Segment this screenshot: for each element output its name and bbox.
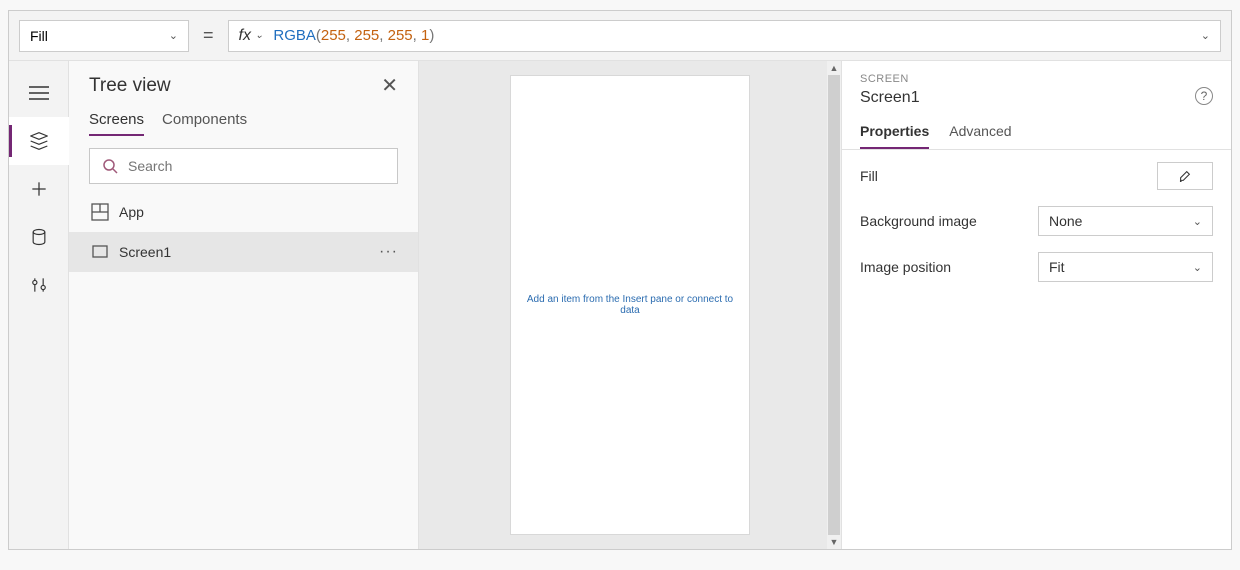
- select-value: Fit: [1049, 259, 1065, 275]
- tree-view-tabs: Screens Components: [69, 103, 418, 136]
- chevron-down-icon: ⌄: [1193, 261, 1202, 274]
- tree-view-title: Tree view: [89, 75, 171, 97]
- screen-icon: [91, 243, 109, 261]
- canvas-screen[interactable]: Add an item from the Insert pane or conn…: [510, 75, 750, 535]
- tree-view-panel: Tree view ✕ Screens Components App: [69, 61, 419, 549]
- app-root: Fill ⌄ = fx ⌄ RGBA(255, 255, 255, 1) ⌄: [8, 10, 1232, 550]
- tab-components[interactable]: Components: [162, 111, 247, 136]
- search-box[interactable]: [89, 148, 398, 184]
- property-dropdown-label: Fill: [30, 28, 48, 44]
- formula-arg-1: 255: [354, 27, 379, 44]
- scroll-up-icon[interactable]: ▲: [827, 61, 841, 75]
- image-position-select[interactable]: Fit ⌄: [1038, 252, 1213, 282]
- chevron-down-icon: ⌄: [1193, 215, 1202, 228]
- tree-list: App Screen1 ···: [69, 192, 418, 549]
- insert-rail-icon[interactable]: [9, 165, 69, 213]
- prop-row-background-image: Background image None ⌄: [860, 206, 1213, 236]
- formula-arg-0: 255: [321, 27, 346, 44]
- properties-type-label: SCREEN: [860, 73, 1213, 85]
- property-dropdown[interactable]: Fill ⌄: [19, 20, 189, 52]
- search-input[interactable]: [128, 158, 385, 174]
- tree-item-label: App: [119, 204, 144, 220]
- properties-name: Screen1: [860, 89, 920, 107]
- color-picker-icon: [1178, 169, 1192, 183]
- left-rail: [9, 61, 69, 549]
- settings-rail-icon[interactable]: [9, 261, 69, 309]
- prop-label-image-position: Image position: [860, 259, 1038, 275]
- vertical-scrollbar[interactable]: ▲ ▼: [827, 61, 841, 549]
- tab-advanced[interactable]: Advanced: [949, 123, 1011, 149]
- app-icon: [91, 203, 109, 221]
- close-icon[interactable]: ✕: [381, 76, 398, 96]
- hamburger-icon[interactable]: [9, 69, 69, 117]
- fx-button[interactable]: fx ⌄: [239, 27, 264, 45]
- formula-function-name: RGBA: [273, 27, 316, 44]
- tree-view-rail-icon[interactable]: [9, 117, 69, 165]
- scroll-down-icon[interactable]: ▼: [827, 535, 841, 549]
- more-icon[interactable]: ···: [379, 243, 398, 261]
- tab-screens[interactable]: Screens: [89, 111, 144, 136]
- canvas-hint: Add an item from the Insert pane or conn…: [511, 294, 749, 316]
- prop-label-background-image: Background image: [860, 213, 1038, 229]
- prop-row-fill: Fill: [860, 162, 1213, 190]
- tree-view-header: Tree view ✕: [69, 61, 418, 103]
- tree-item-screen1[interactable]: Screen1 ···: [69, 232, 418, 272]
- prop-label-fill: Fill: [860, 168, 1157, 184]
- properties-body: Fill Background image None ⌄ Image posit…: [842, 150, 1231, 294]
- data-rail-icon[interactable]: [9, 213, 69, 261]
- properties-tabs: Properties Advanced: [842, 113, 1231, 150]
- tree-search-container: [89, 148, 398, 184]
- scrollbar-thumb[interactable]: [828, 75, 840, 535]
- chevron-down-icon: ⌄: [169, 29, 178, 42]
- help-icon[interactable]: ?: [1195, 87, 1213, 105]
- formula-expand-icon[interactable]: ⌄: [1201, 29, 1210, 42]
- select-value: None: [1049, 213, 1082, 229]
- prop-row-image-position: Image position Fit ⌄: [860, 252, 1213, 282]
- fx-label: fx: [239, 27, 251, 45]
- properties-panel: SCREEN Screen1 ? Properties Advanced Fil…: [841, 61, 1231, 549]
- background-image-select[interactable]: None ⌄: [1038, 206, 1213, 236]
- chevron-down-icon: ⌄: [255, 30, 263, 41]
- search-icon: [102, 158, 118, 174]
- canvas-area: Add an item from the Insert pane or conn…: [419, 61, 841, 549]
- equals-sign: =: [199, 25, 218, 46]
- formula-text: RGBA(255, 255, 255, 1): [273, 27, 1190, 44]
- body-row: Tree view ✕ Screens Components App: [9, 61, 1231, 549]
- formula-arg-2: 255: [388, 27, 413, 44]
- formula-bar: Fill ⌄ = fx ⌄ RGBA(255, 255, 255, 1) ⌄: [9, 11, 1231, 61]
- tab-properties[interactable]: Properties: [860, 123, 929, 149]
- properties-header: SCREEN Screen1 ?: [842, 61, 1231, 113]
- formula-input[interactable]: fx ⌄ RGBA(255, 255, 255, 1) ⌄: [228, 20, 1221, 52]
- tree-item-label: Screen1: [119, 244, 171, 260]
- tree-item-app[interactable]: App: [69, 192, 418, 232]
- fill-color-swatch[interactable]: [1157, 162, 1213, 190]
